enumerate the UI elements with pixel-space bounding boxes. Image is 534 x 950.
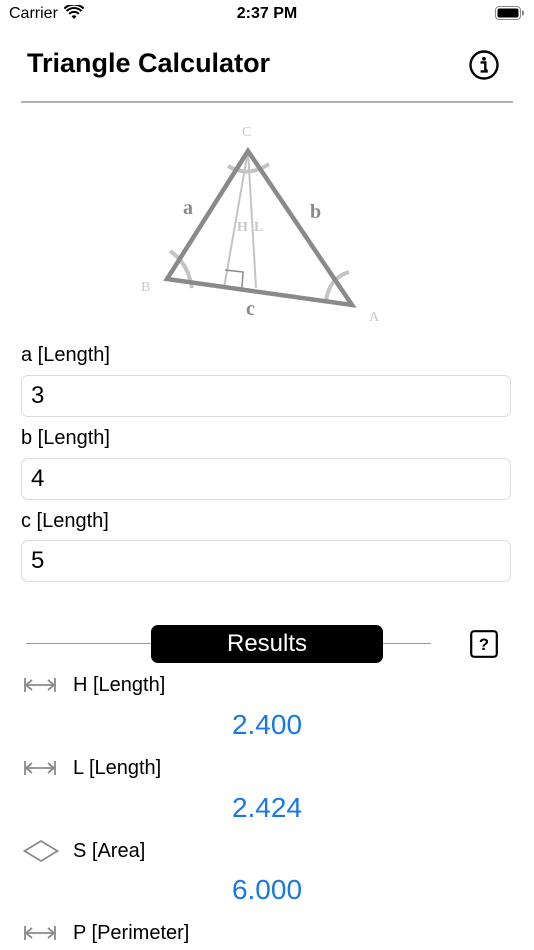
svg-text:?: ? <box>479 635 489 654</box>
result-h-value: 2.400 <box>231 709 303 740</box>
side-b-field-label: b [Length] <box>21 427 110 449</box>
arrow-width-icon <box>24 678 56 692</box>
side-b-label: b <box>310 201 321 223</box>
triangle-diagram: C B A a b c H L <box>141 125 380 325</box>
side-a-field-label: a [Length] <box>21 344 110 366</box>
result-s-value: 6.000 <box>231 874 303 905</box>
result-h-label: H [Length] <box>73 674 166 696</box>
help-icon[interactable]: ? <box>470 630 498 658</box>
status-bar: Carrier 2:37 PM <box>0 0 534 28</box>
side-a-label: a <box>183 197 193 219</box>
battery-icon <box>495 6 524 20</box>
result-s-label: S [Area] <box>73 840 146 862</box>
side-c-label: c <box>246 298 255 320</box>
h-label: H <box>237 220 248 235</box>
vertex-b-label: B <box>141 280 150 295</box>
vertex-c-label: C <box>242 125 251 140</box>
info-icon[interactable] <box>469 50 499 80</box>
side-b-input[interactable] <box>21 458 511 500</box>
result-p-label: P [Perimeter] <box>73 922 190 944</box>
header-divider <box>21 101 513 103</box>
vertex-a-label: A <box>369 310 380 325</box>
result-l-value: 2.424 <box>231 792 303 823</box>
side-c-field-label: c [Length] <box>21 510 109 532</box>
arrow-width-icon <box>24 761 56 775</box>
results-header: Results <box>151 625 383 663</box>
arrow-width-icon <box>24 926 56 940</box>
status-time: 2:37 PM <box>236 5 298 22</box>
side-c-input[interactable] <box>21 540 511 582</box>
result-l-label: L [Length] <box>73 757 162 779</box>
diamond-area-icon <box>23 839 59 863</box>
l-label: L <box>254 220 263 235</box>
page-title: Triangle Calculator <box>27 48 271 78</box>
side-a-input[interactable] <box>21 375 511 417</box>
